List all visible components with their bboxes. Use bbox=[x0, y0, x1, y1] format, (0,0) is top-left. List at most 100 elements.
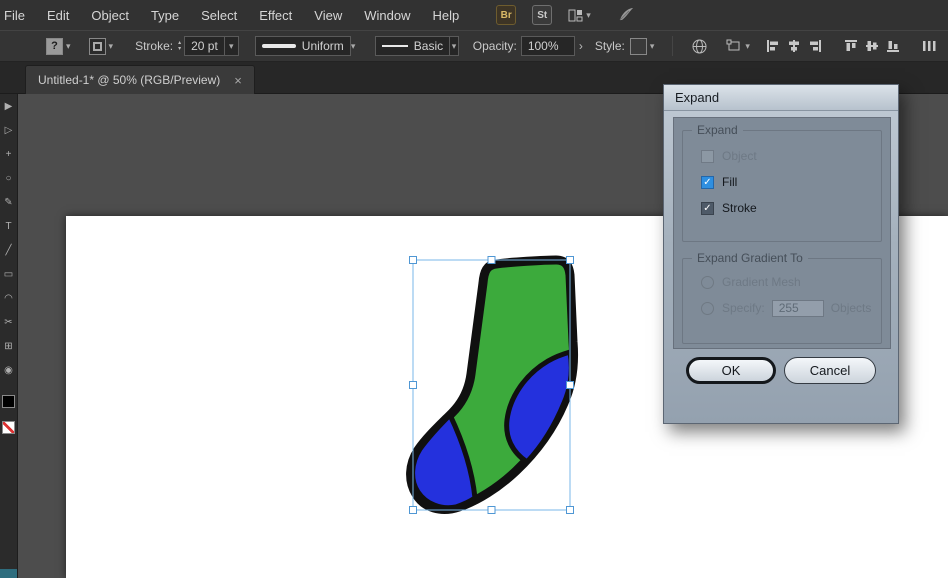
chevron-down-icon: ▾ bbox=[586, 9, 591, 20]
width-profile-preview bbox=[261, 44, 296, 48]
object-checkbox bbox=[701, 149, 714, 163]
gradient-mesh-label: Gradient Mesh bbox=[722, 275, 801, 289]
tool-panel: ▶ ▷ + ○ ✎ T ╱ ▭ ◠ ✂ ⊞ ◉ bbox=[0, 94, 18, 578]
screen-mode-button[interactable] bbox=[0, 569, 17, 578]
menu-bar: File Edit Object Type Select Effect View… bbox=[0, 0, 948, 30]
document-tab-title: Untitled-1* @ 50% (RGB/Preview) bbox=[38, 73, 221, 87]
dialog-titlebar[interactable]: Expand bbox=[664, 85, 898, 111]
menu-file[interactable]: File bbox=[0, 8, 36, 23]
arc-tool[interactable]: ◠ bbox=[1, 291, 17, 306]
transform-icon[interactable]: ▾ bbox=[726, 39, 750, 53]
stroke-weight-value: 20 pt bbox=[191, 39, 218, 53]
expand-group-label: Expand bbox=[692, 123, 743, 137]
option-specify: Specify: 255 Objects bbox=[683, 295, 881, 321]
align-bottom-button[interactable] bbox=[886, 39, 900, 53]
align-middle-button[interactable] bbox=[865, 39, 879, 53]
chevron-down-icon[interactable]: ▾ bbox=[449, 37, 458, 55]
zoom-tool[interactable]: ◉ bbox=[1, 363, 17, 378]
stroke-checkbox[interactable]: ✓ bbox=[701, 201, 714, 215]
chevron-down-icon[interactable]: ▾ bbox=[223, 37, 238, 55]
dialog-body: Expand Object ✓ Fill ✓ Stroke Expand Gra… bbox=[673, 117, 891, 349]
rectangle-tool[interactable]: ▭ bbox=[1, 267, 17, 282]
lasso-tool[interactable]: ○ bbox=[1, 171, 17, 186]
opacity-label: Opacity: bbox=[472, 39, 517, 53]
pen-tool[interactable]: ✎ bbox=[1, 195, 17, 210]
chevron-down-icon[interactable]: ▾ bbox=[349, 37, 355, 55]
width-profile-value: Uniform bbox=[301, 39, 344, 53]
chevron-down-icon: ▾ bbox=[745, 40, 750, 51]
type-tool[interactable]: T bbox=[1, 219, 17, 234]
document-setup-globe-icon[interactable] bbox=[691, 38, 708, 55]
brush-preview bbox=[381, 45, 408, 47]
align-buttons bbox=[766, 39, 936, 53]
option-gradient-mesh: Gradient Mesh bbox=[683, 269, 881, 295]
specify-input: 255 bbox=[771, 299, 824, 317]
style-label: Style: bbox=[594, 39, 625, 53]
expand-dialog: Expand Expand Object ✓ Fill ✓ Stroke Exp… bbox=[663, 84, 899, 424]
menu-window[interactable]: Window bbox=[353, 8, 421, 23]
dialog-buttons: OK Cancel bbox=[664, 357, 898, 384]
appearance-swatch[interactable]: ? bbox=[46, 37, 63, 55]
option-stroke[interactable]: ✓ Stroke bbox=[683, 195, 881, 221]
menu-view[interactable]: View bbox=[303, 8, 353, 23]
fill-label: Fill bbox=[722, 175, 738, 189]
menu-object[interactable]: Object bbox=[80, 8, 140, 23]
style-swatch[interactable] bbox=[629, 37, 647, 55]
chevron-down-icon[interactable]: ▾ bbox=[650, 41, 655, 52]
menu-select[interactable]: Select bbox=[190, 8, 248, 23]
illustrator-window: File Edit Object Type Select Effect View… bbox=[0, 0, 948, 578]
object-label: Object bbox=[722, 149, 757, 163]
ok-button[interactable]: OK bbox=[686, 357, 776, 384]
opacity-panel-arrow-icon[interactable]: › bbox=[579, 39, 583, 53]
line-tool[interactable]: ╱ bbox=[1, 243, 17, 258]
gradient-group: Expand Gradient To Gradient Mesh Specify… bbox=[682, 251, 882, 344]
stroke-swatch-inner bbox=[92, 41, 102, 51]
stock-icon[interactable]: St bbox=[532, 5, 553, 25]
workspace-switcher[interactable]: ▾ bbox=[568, 9, 591, 22]
feather-icon[interactable] bbox=[617, 6, 635, 25]
option-fill[interactable]: ✓ Fill bbox=[683, 169, 881, 195]
cancel-button[interactable]: Cancel bbox=[784, 357, 876, 384]
stroke-weight-combo[interactable]: 20 pt ▾ bbox=[184, 36, 239, 56]
specify-label: Specify: bbox=[722, 301, 765, 315]
chevron-down-icon[interactable]: ▾ bbox=[66, 41, 71, 52]
stroke-none-chip[interactable] bbox=[2, 421, 15, 434]
grid-tool[interactable]: ⊞ bbox=[1, 339, 17, 354]
chevron-down-icon[interactable]: ▾ bbox=[109, 41, 114, 52]
control-bar: ? ▾ ▾ Stroke: ▴ ▾ 20 pt ▾ Uniform ▾ Basi… bbox=[0, 30, 948, 62]
close-icon[interactable]: × bbox=[234, 73, 242, 88]
option-object: Object bbox=[683, 143, 881, 169]
fill-color-chip[interactable] bbox=[2, 395, 15, 408]
workspace-grid-icon bbox=[568, 9, 583, 21]
menu-effect[interactable]: Effect bbox=[248, 8, 303, 23]
direct-selection-tool[interactable]: ▷ bbox=[1, 123, 17, 138]
magic-wand-tool[interactable]: + bbox=[1, 147, 17, 162]
fill-checkbox[interactable]: ✓ bbox=[701, 175, 714, 189]
opacity-combo[interactable]: 100% bbox=[520, 36, 575, 56]
align-top-button[interactable] bbox=[844, 39, 858, 53]
stroke-color-swatch[interactable] bbox=[88, 37, 106, 55]
align-right-button[interactable] bbox=[808, 39, 822, 53]
step-down-icon[interactable]: ▾ bbox=[178, 46, 181, 52]
opacity-value: 100% bbox=[527, 39, 559, 53]
stroke-label: Stroke bbox=[722, 201, 757, 215]
specify-radio bbox=[701, 301, 714, 315]
objects-label: Objects bbox=[830, 301, 872, 315]
stroke-label: Stroke: bbox=[135, 39, 174, 53]
distribute-button[interactable] bbox=[922, 39, 936, 53]
brush-combo[interactable]: Basic ▾ bbox=[374, 36, 459, 56]
gradient-mesh-radio bbox=[701, 275, 714, 289]
scissors-tool[interactable]: ✂ bbox=[1, 315, 17, 330]
expand-group: Expand Object ✓ Fill ✓ Stroke bbox=[682, 123, 882, 242]
gradient-group-label: Expand Gradient To bbox=[692, 251, 808, 265]
align-center-button[interactable] bbox=[787, 39, 801, 53]
align-left-button[interactable] bbox=[766, 39, 780, 53]
selection-tool[interactable]: ▶ bbox=[1, 99, 17, 114]
menu-type[interactable]: Type bbox=[140, 8, 190, 23]
document-tab[interactable]: Untitled-1* @ 50% (RGB/Preview) × bbox=[25, 65, 255, 94]
menu-help[interactable]: Help bbox=[421, 8, 470, 23]
width-profile-combo[interactable]: Uniform ▾ bbox=[254, 36, 355, 56]
bridge-icon[interactable]: Br bbox=[496, 5, 517, 25]
stroke-weight-stepper[interactable]: ▴ ▾ bbox=[178, 40, 181, 52]
menu-edit[interactable]: Edit bbox=[36, 8, 80, 23]
